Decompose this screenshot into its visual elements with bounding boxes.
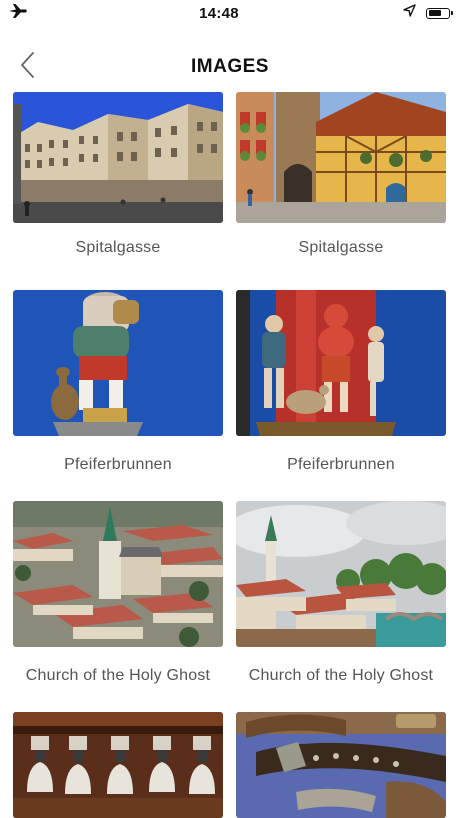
card-caption: Church of the Holy Ghost bbox=[248, 667, 434, 684]
airplane-icon bbox=[8, 3, 28, 24]
gallery-card[interactable]: Church of the Holy Ghost bbox=[13, 501, 223, 684]
battery-level bbox=[428, 10, 442, 16]
pfeiferbrunnen-column-photo[interactable] bbox=[236, 290, 446, 436]
gallery-card[interactable]: Spitalgasse bbox=[236, 92, 446, 256]
card-caption: Spitalgasse bbox=[75, 239, 161, 256]
holy-ghost-church-river-photo[interactable] bbox=[236, 501, 446, 647]
pfeiferbrunnen-statue-photo[interactable] bbox=[13, 290, 223, 436]
location-arrow-icon bbox=[403, 4, 416, 22]
leather-straps-photo[interactable] bbox=[236, 712, 446, 818]
nav-bar: IMAGES bbox=[0, 44, 460, 90]
cowbells-photo[interactable] bbox=[13, 712, 223, 818]
status-time: 14:48 bbox=[199, 4, 239, 22]
card-caption: Pfeiferbrunnen bbox=[287, 456, 395, 473]
card-caption: Pfeiferbrunnen bbox=[64, 456, 172, 473]
gallery-card[interactable]: Pfeiferbrunnen bbox=[236, 290, 446, 473]
gallery-card[interactable] bbox=[13, 712, 223, 818]
holy-ghost-church-aerial-photo[interactable] bbox=[13, 501, 223, 647]
spitalgasse-street-photo[interactable] bbox=[13, 92, 223, 223]
image-gallery: Spitalgasse Spitalgasse Pfeiferbrunnen P… bbox=[0, 92, 460, 818]
page-title: IMAGES bbox=[191, 56, 269, 77]
spitalgasse-clock-tower-photo[interactable] bbox=[236, 92, 446, 223]
gallery-card[interactable] bbox=[236, 712, 446, 818]
gallery-card[interactable]: Pfeiferbrunnen bbox=[13, 290, 223, 473]
card-caption: Spitalgasse bbox=[298, 239, 384, 256]
status-bar: 14:48 bbox=[0, 0, 460, 26]
battery-icon bbox=[426, 7, 453, 19]
gallery-card[interactable]: Church of the Holy Ghost bbox=[236, 501, 446, 684]
gallery-card[interactable]: Spitalgasse bbox=[13, 92, 223, 256]
card-caption: Church of the Holy Ghost bbox=[25, 667, 211, 684]
